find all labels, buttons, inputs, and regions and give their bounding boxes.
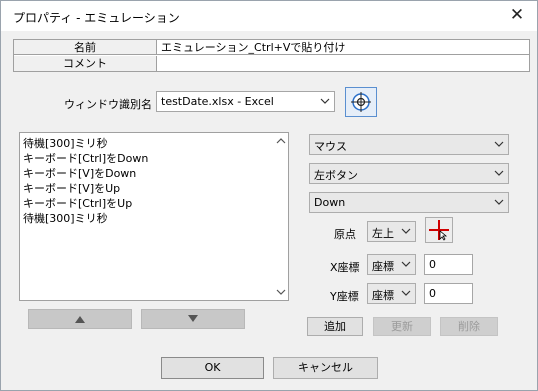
chevron-down-icon bbox=[401, 261, 411, 267]
title-bar: プロパティ - エミュレーション ✕ bbox=[1, 1, 537, 31]
chevron-down-icon bbox=[494, 141, 504, 147]
ok-button[interactable]: OK bbox=[161, 357, 264, 379]
list-item[interactable]: キーボード[V]をDown bbox=[23, 166, 136, 181]
input-device-select[interactable]: マウス bbox=[309, 134, 509, 155]
input-device-value: マウス bbox=[314, 140, 347, 153]
x-mode-value: 座標 bbox=[372, 260, 394, 273]
y-mode-select[interactable]: 座標 bbox=[367, 283, 416, 304]
property-row-comment[interactable]: コメント bbox=[14, 56, 529, 71]
property-key: 名前 bbox=[14, 40, 157, 54]
scroll-up-icon[interactable] bbox=[276, 136, 286, 146]
chevron-down-icon bbox=[401, 290, 411, 296]
mouse-action-select[interactable]: Down bbox=[309, 192, 509, 213]
window-id-select[interactable]: testDate.xlsx - Excel bbox=[156, 91, 335, 112]
crosshair-picker-icon bbox=[429, 220, 449, 241]
window-finder-crosshair-icon bbox=[351, 92, 371, 112]
y-coord-value: 0 bbox=[429, 287, 436, 300]
update-button[interactable]: 更新 bbox=[373, 317, 431, 336]
list-scrollbar[interactable] bbox=[274, 133, 288, 300]
x-coord-value: 0 bbox=[429, 258, 436, 271]
mouse-action-value: Down bbox=[314, 196, 346, 209]
chevron-down-icon bbox=[494, 170, 504, 176]
property-row-name[interactable]: 名前 エミュレーション_Ctrl+Vで貼り付け bbox=[14, 40, 529, 55]
chevron-down-icon bbox=[494, 199, 504, 205]
scroll-down-icon[interactable] bbox=[276, 287, 286, 297]
origin-label: 原点 bbox=[334, 228, 356, 241]
origin-value: 左上 bbox=[372, 227, 394, 240]
move-up-button[interactable] bbox=[28, 309, 132, 329]
move-down-button[interactable] bbox=[141, 309, 245, 329]
mouse-button-value: 左ボタン bbox=[314, 169, 358, 182]
y-mode-value: 座標 bbox=[372, 289, 394, 302]
list-item[interactable]: キーボード[Ctrl]をUp bbox=[23, 196, 132, 211]
x-coord-input[interactable]: 0 bbox=[424, 254, 473, 275]
window-id-value: testDate.xlsx - Excel bbox=[161, 95, 274, 108]
property-value-name[interactable]: エミュレーション_Ctrl+Vで貼り付け bbox=[161, 40, 345, 55]
x-coord-label: X座標 bbox=[330, 261, 360, 274]
triangle-down-icon bbox=[188, 315, 198, 322]
property-key: コメント bbox=[14, 56, 157, 71]
window-id-label: ウィンドウ識別名 bbox=[64, 98, 152, 111]
property-grid: 名前 エミュレーション_Ctrl+Vで貼り付け コメント bbox=[13, 39, 530, 72]
x-mode-select[interactable]: 座標 bbox=[367, 254, 416, 275]
window-finder-button[interactable] bbox=[345, 87, 377, 117]
action-list[interactable]: 待機[300]ミリ秒 キーボード[Ctrl]をDown キーボード[V]をDow… bbox=[19, 132, 289, 301]
chevron-down-icon bbox=[320, 98, 330, 104]
properties-dialog: プロパティ - エミュレーション ✕ 名前 エミュレーション_Ctrl+Vで貼り… bbox=[0, 0, 538, 391]
dialog-title: プロパティ - エミュレーション bbox=[13, 11, 180, 25]
list-item[interactable]: キーボード[V]をUp bbox=[23, 181, 120, 196]
origin-select[interactable]: 左上 bbox=[367, 221, 416, 242]
triangle-up-icon bbox=[75, 316, 85, 323]
chevron-down-icon bbox=[401, 228, 411, 234]
mouse-button-select[interactable]: 左ボタン bbox=[309, 163, 509, 184]
close-button[interactable]: ✕ bbox=[507, 5, 527, 25]
cancel-button[interactable]: キャンセル bbox=[273, 357, 378, 379]
y-coord-input[interactable]: 0 bbox=[424, 283, 473, 304]
list-item[interactable]: 待機[300]ミリ秒 bbox=[23, 211, 108, 226]
list-item[interactable]: 待機[300]ミリ秒 bbox=[23, 136, 108, 151]
y-coord-label: Y座標 bbox=[330, 290, 359, 303]
add-button[interactable]: 追加 bbox=[307, 317, 363, 336]
list-item[interactable]: キーボード[Ctrl]をDown bbox=[23, 151, 148, 166]
origin-picker-button[interactable] bbox=[425, 217, 453, 243]
delete-button[interactable]: 削除 bbox=[440, 317, 498, 336]
